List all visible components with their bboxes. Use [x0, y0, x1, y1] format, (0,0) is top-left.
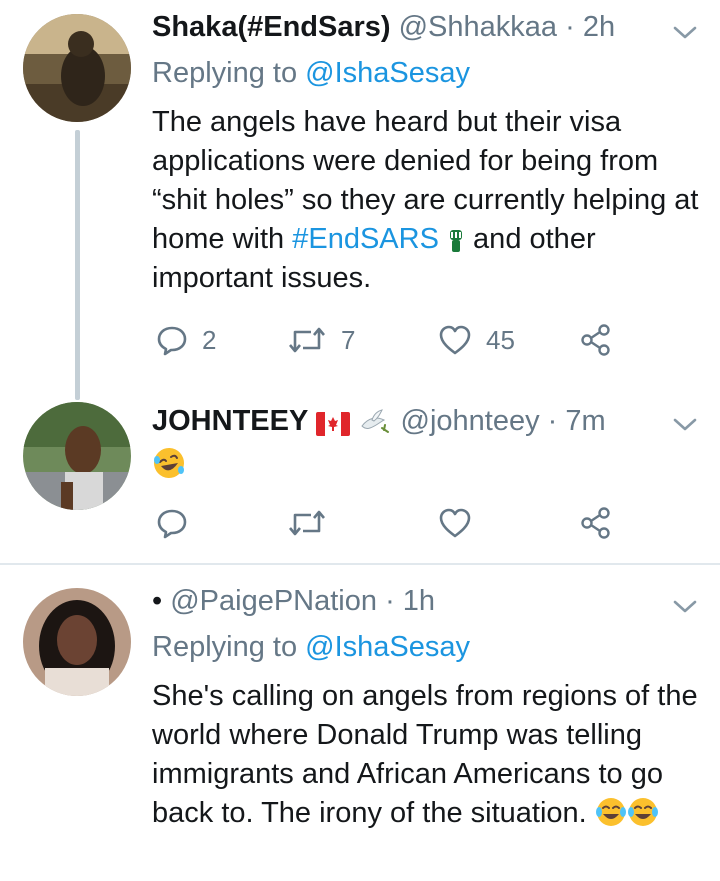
separator: ·: [385, 585, 395, 617]
share-icon: [581, 324, 610, 356]
hashtag[interactable]: #EndSARS: [292, 223, 439, 255]
replying-prefix: Replying to: [152, 57, 298, 89]
avatar[interactable]: [23, 14, 131, 122]
tweet-2[interactable]: JOHNTEEY @johnteey · 7m: [0, 400, 720, 564]
tweet-text: The angels have heard but their visa app…: [152, 103, 712, 298]
retweet-icon: [289, 510, 325, 536]
display-name[interactable]: •: [152, 585, 162, 617]
chevron-down-icon[interactable]: [672, 598, 698, 616]
reply-icon: [157, 509, 187, 539]
reply-button[interactable]: 2: [156, 320, 216, 360]
chevron-down-icon[interactable]: [672, 24, 698, 42]
like-icon: [439, 325, 471, 355]
share-button[interactable]: [580, 503, 612, 543]
laughing-emoji-icon: [627, 798, 658, 826]
handle[interactable]: @PaigePNation: [170, 585, 377, 617]
avatar[interactable]: [23, 402, 131, 510]
display-name[interactable]: Shaka(#EndSars): [152, 11, 391, 43]
tweet-1[interactable]: Shaka(#EndSars) @Shhakkaa · 2h Replying …: [0, 0, 720, 400]
replying-handle[interactable]: @IshaSesay: [305, 631, 470, 663]
handle[interactable]: @johnteey: [401, 405, 540, 437]
share-button[interactable]: [580, 320, 612, 360]
laughing-emoji-icon: [154, 448, 184, 478]
retweet-button[interactable]: 7: [287, 320, 355, 360]
canada-flag-icon: [316, 412, 351, 436]
replying-prefix: Replying to: [152, 631, 298, 663]
thread-line: [75, 130, 80, 400]
separator: ·: [565, 11, 575, 43]
reply-button[interactable]: [156, 503, 202, 543]
tweet-3[interactable]: • @PaigePNation · 1h Replying to @IshaSe…: [0, 565, 720, 881]
replying-to: Replying to @IshaSesay: [152, 629, 470, 665]
tweet-header: Shaka(#EndSars) @Shhakkaa · 2h: [152, 9, 615, 45]
reply-icon: [157, 326, 187, 356]
tweet-header: JOHNTEEY @johnteey · 7m: [152, 403, 606, 439]
tweet-text: [152, 446, 712, 485]
like-button[interactable]: [438, 503, 486, 543]
tweet-text: She's calling on angels from regions of …: [152, 677, 712, 833]
avatar[interactable]: [23, 588, 131, 696]
tweet-actions: [152, 503, 622, 543]
retweet-button[interactable]: [287, 503, 341, 543]
share-icon: [581, 507, 610, 539]
like-button[interactable]: 45: [438, 320, 515, 360]
dove-icon: [361, 409, 390, 433]
like-icon: [439, 508, 471, 538]
retweet-count: 7: [341, 324, 356, 355]
handle[interactable]: @Shhakkaa: [399, 11, 557, 43]
timestamp[interactable]: 2h: [583, 11, 615, 43]
replying-handle[interactable]: @IshaSesay: [305, 57, 470, 89]
timestamp[interactable]: 7m: [565, 405, 605, 437]
timestamp[interactable]: 1h: [403, 585, 435, 617]
retweet-icon: [289, 327, 325, 353]
reply-count: 2: [202, 324, 217, 355]
raised-fist-icon: [450, 230, 462, 252]
chevron-down-icon[interactable]: [672, 416, 698, 434]
laughing-emoji-icon: [595, 798, 626, 826]
like-count: 45: [486, 324, 515, 355]
replying-to: Replying to @IshaSesay: [152, 55, 470, 91]
tweet-actions: 2 7 45: [152, 320, 622, 360]
separator: ·: [547, 405, 558, 437]
display-name[interactable]: JOHNTEEY: [152, 405, 308, 437]
tweet-header: • @PaigePNation · 1h: [152, 583, 435, 619]
